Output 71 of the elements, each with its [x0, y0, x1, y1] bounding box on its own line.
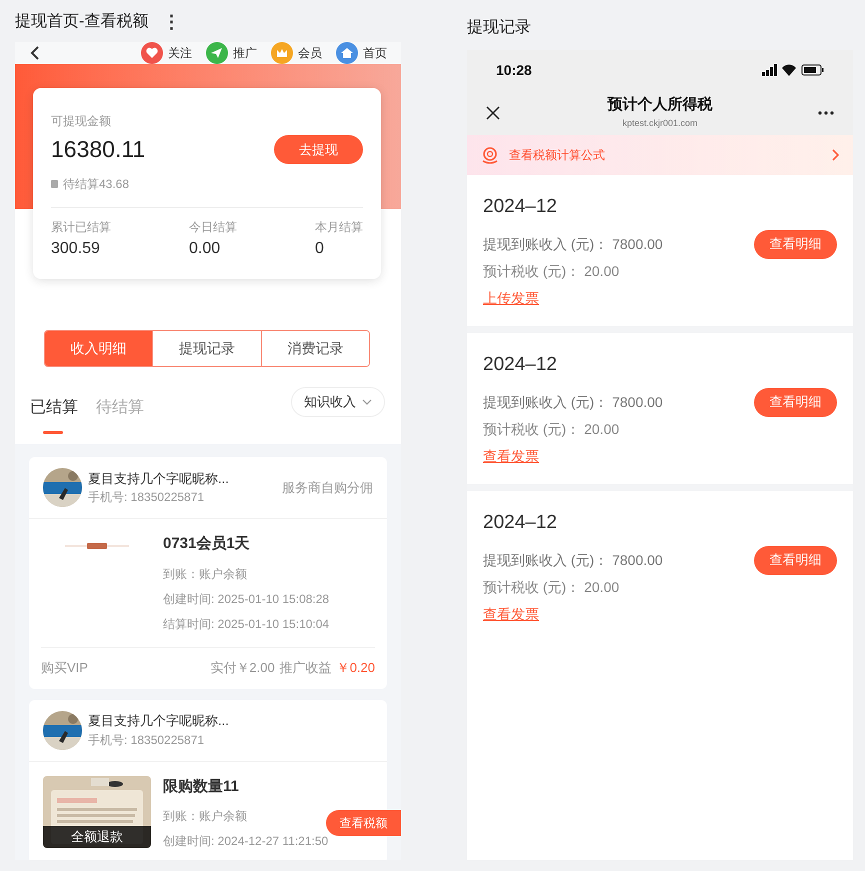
- order-detail: 到账：账户余额: [163, 566, 248, 582]
- pending-amount: 待结算43.68: [63, 176, 130, 192]
- record-month: 2024–12: [483, 511, 558, 535]
- nav-link[interactable]: 会员: [298, 44, 322, 62]
- home-icon[interactable]: [336, 42, 358, 64]
- order-detail: 结算时间: 2025-01-10 15:10:04: [163, 616, 330, 632]
- sub-tab[interactable]: 待结算: [96, 390, 144, 434]
- chevron-down-icon: [362, 399, 372, 405]
- nav-link[interactable]: 首页: [363, 44, 387, 62]
- stat-label: 今日结算: [189, 218, 237, 236]
- stat-label: 累计已结算: [51, 218, 111, 236]
- paid-amount: 实付￥2.00: [210, 659, 275, 678]
- wallet-icon: [51, 180, 58, 188]
- page-title: 提现记录: [467, 18, 532, 38]
- view-tax-button[interactable]: 查看税额: [326, 810, 401, 836]
- withdraw-button[interactable]: 去提现: [274, 134, 363, 164]
- income-amount: ￥0.20: [336, 659, 375, 678]
- income-label: 推广收益: [280, 659, 332, 678]
- stat-value: 0: [315, 238, 324, 258]
- user-nickname: 夏目支持几个字呢昵称...: [88, 712, 229, 730]
- order-detail: 到账：账户余额: [163, 808, 248, 825]
- commission-type: 服务商自购分佣: [282, 478, 373, 497]
- chevron-right-icon: [832, 149, 839, 161]
- income-amount: 提现到账收入 (元)： 7800.00: [483, 234, 663, 254]
- product-title: 限购数量11: [163, 776, 240, 796]
- estimated-tax: 预计税收 (元)： 20.00: [483, 578, 620, 597]
- banner-text: 查看税额计算公式: [509, 147, 605, 164]
- record-month: 2024–12: [483, 353, 558, 377]
- page-url: kptest.ckjr001.com: [622, 116, 698, 130]
- order-detail: 创建时间: 2024-12-27 11:21:50: [163, 833, 328, 850]
- nav-link[interactable]: 推广: [233, 44, 257, 62]
- status-icons-drawing: [762, 64, 824, 76]
- stat-label: 本月结算: [315, 218, 363, 236]
- crown-icon[interactable]: [271, 42, 293, 64]
- tab[interactable]: 消费记录: [260, 331, 369, 366]
- more-icon[interactable]: ⋮: [162, 8, 180, 36]
- view-details-button[interactable]: 查看明细: [754, 230, 837, 258]
- screen-title: 预计个人所得税: [608, 95, 712, 115]
- more-icon[interactable]: [818, 110, 834, 114]
- stat-value: 0.00: [189, 238, 222, 258]
- income-amount: 提现到账收入 (元)： 7800.00: [483, 392, 663, 412]
- user-phone: 手机号: 18350225871: [88, 732, 206, 749]
- paper-plane-icon[interactable]: [206, 42, 228, 64]
- coin-icon: [481, 146, 499, 164]
- page-title: 提现首页-查看税额: [15, 12, 148, 32]
- close-icon[interactable]: [486, 106, 500, 120]
- balance-label: 可提现金额: [51, 113, 112, 130]
- invoice-link[interactable]: 查看发票: [483, 446, 539, 466]
- formula-banner[interactable]: 查看税额计算公式: [467, 135, 853, 175]
- back-icon[interactable]: [29, 45, 41, 61]
- estimated-tax: 预计税收 (元)： 20.00: [483, 262, 620, 281]
- view-details-button[interactable]: 查看明细: [754, 546, 837, 574]
- tab[interactable]: 收入明细: [45, 331, 152, 366]
- nav-link[interactable]: 关注: [168, 44, 192, 62]
- filter-dropdown[interactable]: 知识收入: [291, 387, 385, 417]
- sub-tab[interactable]: 已结算: [30, 390, 78, 434]
- refund-label: 全额退款: [43, 826, 151, 848]
- estimated-tax: 预计税收 (元)： 20.00: [483, 420, 620, 439]
- order-detail: 创建时间: 2025-01-10 15:08:28: [163, 590, 330, 608]
- product-title: 0731会员1天: [163, 534, 251, 554]
- invoice-link[interactable]: 上传发票: [483, 288, 539, 308]
- user-phone: 手机号: 18350225871: [88, 489, 206, 506]
- status-time: 10:28: [496, 60, 532, 80]
- income-amount: 提现到账收入 (元)： 7800.00: [483, 550, 663, 570]
- order-type: 购买VIP: [41, 659, 88, 678]
- stat-value: 300.59: [51, 238, 101, 258]
- balance-amount: 16380.11: [51, 135, 146, 164]
- invoice-link[interactable]: 查看发票: [483, 604, 539, 624]
- record-month: 2024–12: [483, 195, 558, 219]
- user-nickname: 夏目支持几个字呢昵称...: [88, 470, 229, 488]
- view-details-button[interactable]: 查看明细: [754, 388, 837, 416]
